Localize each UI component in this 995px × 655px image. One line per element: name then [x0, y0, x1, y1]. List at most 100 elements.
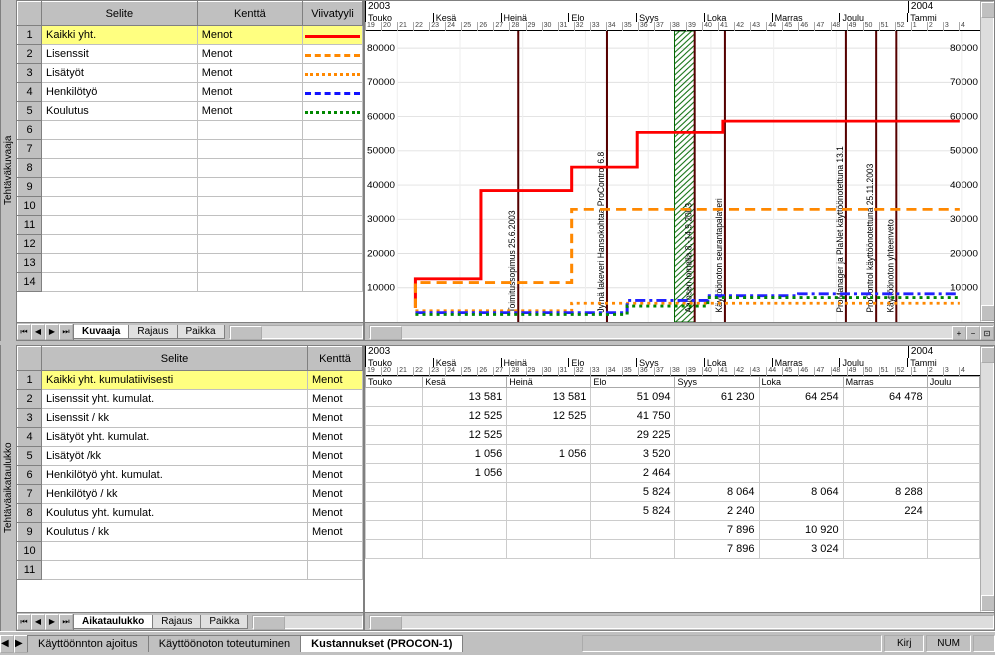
- svg-text:10000: 10000: [367, 283, 396, 294]
- kumul-grid[interactable]: SeliteKenttä1Kaikki yht. kumulatiivisest…: [17, 346, 363, 612]
- table-row[interactable]: 5KoulutusMenot: [18, 102, 363, 121]
- table-row[interactable]: 13 58113 58151 09461 23064 25464 478: [366, 388, 980, 407]
- tab-nav-next-icon[interactable]: ▶: [45, 614, 59, 630]
- main-tab-next-icon[interactable]: ▶: [14, 635, 28, 653]
- svg-text:20000: 20000: [367, 249, 396, 260]
- chart-hscroll[interactable]: [369, 325, 994, 339]
- main-tab-prev-icon[interactable]: ◀: [0, 635, 14, 653]
- table-row[interactable]: 3LisätyötMenot: [18, 64, 363, 83]
- tab-paikka[interactable]: Paikka: [177, 325, 225, 339]
- main-tab-ajoitus[interactable]: Käyttöönnton ajoitus: [27, 635, 149, 652]
- col-header[interactable]: Selite: [42, 347, 308, 371]
- hscroll[interactable]: [229, 325, 363, 339]
- col-header[interactable]: Kenttä: [308, 347, 363, 371]
- table-row[interactable]: 6Henkilötyö yht. kumulat.Menot: [18, 466, 363, 485]
- table-row[interactable]: 9Koulutus / kkMenot: [18, 523, 363, 542]
- cost-data-table[interactable]: ToukoKesäHeinäEloSyysLokaMarrasJoulu13 5…: [365, 376, 980, 612]
- data-hscroll[interactable]: [369, 615, 994, 629]
- table-row[interactable]: 4HenkilötyöMenot: [18, 83, 363, 102]
- table-row[interactable]: 8: [18, 159, 363, 178]
- main-tab-kustannukset[interactable]: Kustannukset (PROCON-1): [300, 635, 463, 652]
- table-row[interactable]: 12 52512 52541 750: [366, 407, 980, 426]
- tab-nav-last-icon[interactable]: ⏭: [59, 614, 73, 630]
- svg-text:80000: 80000: [950, 43, 979, 54]
- table-row[interactable]: 1 0562 464: [366, 464, 980, 483]
- zoom-out-icon[interactable]: −: [966, 326, 980, 340]
- svg-text:40000: 40000: [950, 180, 979, 191]
- tab-aikataulukko[interactable]: Aikataulukko: [73, 615, 153, 629]
- table-row[interactable]: 11: [18, 216, 363, 235]
- table-row[interactable]: 12 52529 225: [366, 426, 980, 445]
- tab-paikka[interactable]: Paikka: [200, 615, 248, 629]
- svg-text:ProControl käyttöönotettuna 25: ProControl käyttöönotettuna 25.11.2003: [865, 164, 875, 313]
- svg-text:50000: 50000: [367, 146, 396, 157]
- tab-kuvaaja[interactable]: Kuvaaja: [73, 325, 129, 339]
- tab-rajaus[interactable]: Rajaus: [128, 325, 177, 339]
- tab-nav-first-icon[interactable]: ⏮: [17, 614, 31, 630]
- table-row[interactable]: 2Lisenssit yht. kumulat.Menot: [18, 390, 363, 409]
- table-row[interactable]: 3Lisenssit / kkMenot: [18, 409, 363, 428]
- table-row[interactable]: 6: [18, 121, 363, 140]
- table-row[interactable]: 9: [18, 178, 363, 197]
- svg-text:30000: 30000: [367, 214, 396, 225]
- svg-text:40000: 40000: [367, 180, 396, 191]
- top-left-tabstrip[interactable]: ⏮ ◀ ▶ ⏭ Kuvaaja Rajaus Paikka: [17, 322, 363, 340]
- svg-text:ProManager ja PlaNet käyttööno: ProManager ja PlaNet käyttöönotettuna 13…: [835, 146, 845, 313]
- tab-nav-first-icon[interactable]: ⏮: [17, 324, 31, 340]
- legend-grid[interactable]: SeliteKenttäViivatyyli1Kaikki yht.Menot2…: [17, 1, 363, 322]
- status-kirj: Kirj: [884, 635, 924, 652]
- col-header[interactable]: Viivatyyli: [303, 2, 363, 26]
- table-row[interactable]: 1 0561 0563 520: [366, 445, 980, 464]
- tab-nav-prev-icon[interactable]: ◀: [31, 614, 45, 630]
- table-row[interactable]: 7: [18, 140, 363, 159]
- table-row[interactable]: 5 8242 240224: [366, 502, 980, 521]
- hscroll[interactable]: [252, 615, 363, 629]
- svg-text:60000: 60000: [367, 112, 396, 123]
- svg-text:80000: 80000: [367, 43, 396, 54]
- table-row[interactable]: 8Koulutus yht. kumulat.Menot: [18, 504, 363, 523]
- table-row[interactable]: 5 8248 0648 0648 288: [366, 483, 980, 502]
- timeline-header-bottom: 20032004ToukoKesäHeinäEloSyysLokaMarrasJ…: [365, 346, 980, 376]
- tab-nav-next-icon[interactable]: ▶: [45, 324, 59, 340]
- svg-text:50000: 50000: [950, 146, 979, 157]
- table-row[interactable]: 4Lisätyöt yht. kumulat.Menot: [18, 428, 363, 447]
- tab-nav-prev-icon[interactable]: ◀: [31, 324, 45, 340]
- table-row[interactable]: 11: [18, 561, 363, 580]
- status-blank2: [973, 635, 995, 652]
- svg-text:Aatosen lomalla 8.-14.9.2003: Aatosen lomalla 8.-14.9.2003: [683, 203, 693, 313]
- table-row[interactable]: 12: [18, 235, 363, 254]
- col-header[interactable]: Selite: [42, 2, 198, 26]
- svg-text:Toimitussopimus 25.6.2003: Toimitussopimus 25.6.2003: [507, 210, 517, 312]
- table-row[interactable]: 2LisenssitMenot: [18, 45, 363, 64]
- table-row[interactable]: 10: [18, 197, 363, 216]
- zoom-in-icon[interactable]: +: [952, 326, 966, 340]
- status-blank: [582, 635, 882, 652]
- svg-text:10000: 10000: [950, 283, 979, 294]
- table-row[interactable]: 7 89610 920: [366, 521, 980, 540]
- col-header[interactable]: Kenttä: [197, 2, 302, 26]
- vscroll[interactable]: [980, 346, 994, 612]
- table-row[interactable]: 7 8963 024: [366, 540, 980, 559]
- bottom-left-tabstrip[interactable]: ⏮ ◀ ▶ ⏭ Aikataulukko Rajaus Paikka: [17, 612, 363, 630]
- svg-text:20000: 20000: [950, 249, 979, 260]
- vscroll[interactable]: [980, 1, 994, 322]
- table-row[interactable]: 7Henkilötyö / kkMenot: [18, 485, 363, 504]
- cost-chart[interactable]: 10000 10000 20000 20000 30000 30000 40000 40000…: [365, 31, 980, 322]
- zoom-fit-icon[interactable]: ⊡: [980, 326, 994, 340]
- table-row[interactable]: 10: [18, 542, 363, 561]
- timeline-header: 20032004ToukoKesäHeinäEloSyysLokaMarrasJ…: [365, 1, 980, 31]
- top-vertical-label: Tehtäväkuvaaja: [0, 0, 16, 341]
- tab-nav-last-icon[interactable]: ⏭: [59, 324, 73, 340]
- main-tab-toteutuminen[interactable]: Käyttöönoton toteutuminen: [148, 635, 301, 652]
- svg-text:30000: 30000: [950, 214, 979, 225]
- bottom-vertical-label: Tehtäväaikataulukko: [0, 345, 16, 631]
- table-row[interactable]: 14: [18, 273, 363, 292]
- tab-rajaus[interactable]: Rajaus: [152, 615, 201, 629]
- svg-text:Jyrnä lakeveri Hansokohtaa Pro: Jyrnä lakeveri Hansokohtaa ProControl 6.…: [596, 152, 606, 313]
- table-row[interactable]: 5Lisätyöt /kkMenot: [18, 447, 363, 466]
- table-row[interactable]: 13: [18, 254, 363, 273]
- svg-text:70000: 70000: [367, 77, 396, 88]
- svg-text:70000: 70000: [950, 77, 979, 88]
- table-row[interactable]: 1Kaikki yht.Menot: [18, 26, 363, 45]
- table-row[interactable]: 1Kaikki yht. kumulatiivisestiMenot: [18, 371, 363, 390]
